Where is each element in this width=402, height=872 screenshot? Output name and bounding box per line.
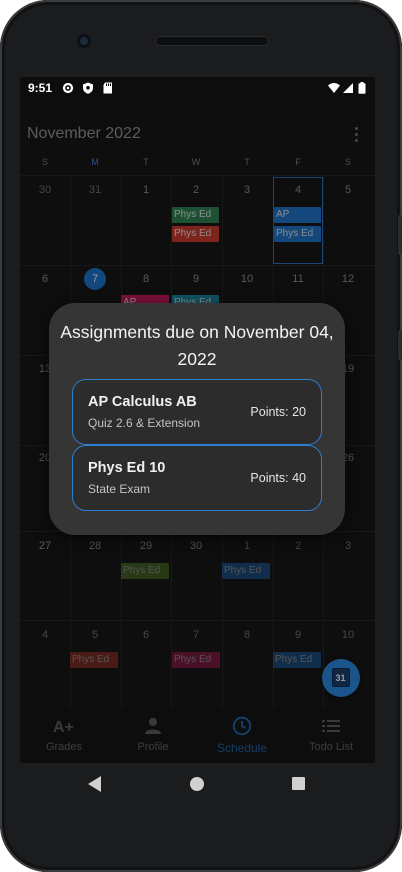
phone-frame: 9:51 November 2022 S M T W T F S 30 31 1… <box>0 0 402 872</box>
assignments-dialog: Assignments due on November 04, 2022 AP … <box>49 303 345 535</box>
screen: 9:51 November 2022 S M T W T F S 30 31 1… <box>20 77 375 763</box>
speaker-grille <box>155 36 269 46</box>
assignment-course: Phys Ed 10 <box>88 460 166 476</box>
assignment-name: State Exam <box>88 482 151 496</box>
sd-card-icon <box>103 82 112 94</box>
assignment-card[interactable]: Phys Ed 10 State Exam Points: 40 <box>72 445 322 511</box>
camera-icon <box>77 34 91 48</box>
settings-icon <box>62 82 74 94</box>
status-bar: 9:51 <box>20 77 375 99</box>
battery-icon <box>358 82 366 94</box>
volume-button <box>398 215 402 255</box>
home-icon[interactable] <box>190 777 204 791</box>
system-navigation-bar <box>20 763 375 805</box>
wifi-icon <box>328 83 340 93</box>
assignment-points: Points: 40 <box>250 471 306 485</box>
signal-icon <box>343 83 353 93</box>
assignment-points: Points: 20 <box>250 405 306 419</box>
shield-icon <box>83 82 93 94</box>
recents-icon[interactable] <box>292 777 305 790</box>
status-time: 9:51 <box>28 81 53 95</box>
dialog-title: Assignments due on November 04, 2022 <box>60 322 334 369</box>
assignment-course: AP Calculus AB <box>88 394 197 410</box>
power-button <box>398 330 402 360</box>
assignment-card[interactable]: AP Calculus AB Quiz 2.6 & Extension Poin… <box>72 379 322 445</box>
back-icon[interactable] <box>88 776 102 792</box>
assignment-name: Quiz 2.6 & Extension <box>88 416 201 430</box>
